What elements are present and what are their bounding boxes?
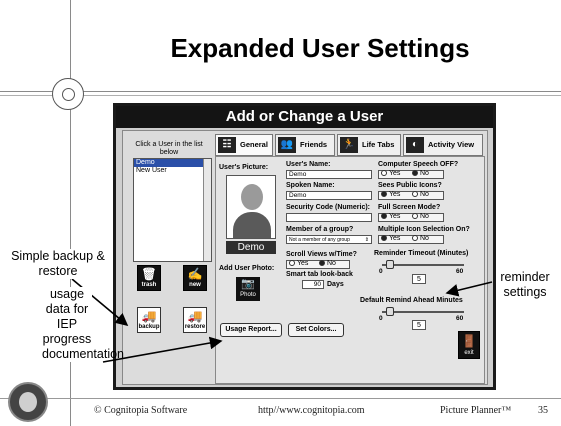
cognitopia-logo (8, 382, 48, 422)
reminder-arrow (445, 281, 493, 297)
reminder-annotation: reminder settings (497, 270, 553, 300)
footer-rule (0, 398, 561, 399)
backup-annotation: Simple backup & restore (6, 249, 110, 279)
footer-page-number: 35 (538, 405, 548, 416)
footer-copyright: © Cognitopia Software (94, 405, 188, 416)
usage-annotation: usage data for IEP progress documentatio… (42, 287, 125, 362)
footer-url: http//www.cognitopia.com (258, 405, 365, 416)
annotation-arrows (71, 278, 493, 363)
footer-product: Picture Planner™ (440, 405, 512, 416)
